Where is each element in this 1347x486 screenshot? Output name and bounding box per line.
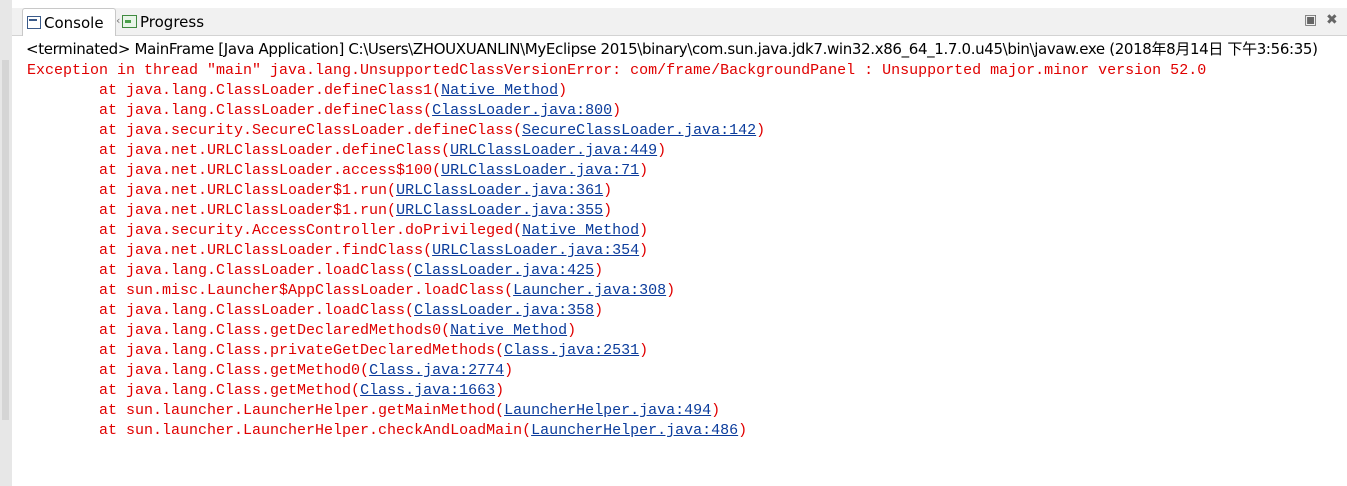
stack-frame: at sun.misc.Launcher$AppClassLoader.load… [27, 281, 1206, 301]
stack-frame-close: ) [756, 122, 766, 139]
tab-progress[interactable]: Progress [118, 8, 218, 35]
source-link[interactable]: URLClassLoader.java:449 [450, 142, 657, 159]
stack-frame-method: at java.lang.ClassLoader.loadClass( [27, 262, 415, 279]
source-link[interactable]: ClassLoader.java:425 [414, 262, 594, 279]
stack-frame: at java.net.URLClassLoader.defineClass(U… [27, 141, 1206, 161]
source-link[interactable]: ClassLoader.java:800 [432, 102, 612, 119]
close-icon[interactable]: ✖ [1326, 12, 1338, 28]
stack-frame-method: at java.lang.Class.getMethod0( [27, 362, 370, 379]
stack-frame: at java.lang.ClassLoader.loadClass(Class… [27, 301, 1206, 321]
stack-frame-close: ) [504, 362, 514, 379]
stack-frame: at java.security.AccessController.doPriv… [27, 221, 1206, 241]
source-link[interactable]: URLClassLoader.java:354 [432, 242, 639, 259]
stack-frame-method: at java.lang.ClassLoader.loadClass( [27, 302, 415, 319]
source-link[interactable]: LauncherHelper.java:486 [531, 422, 738, 439]
stack-frame-method: at java.lang.Class.getMethod( [27, 382, 361, 399]
stack-frame-close: ) [558, 82, 568, 99]
view-tab-bar: Console ‹ Progress ▣ ✖ [12, 8, 1347, 36]
tab-progress-label: Progress [140, 12, 205, 31]
top-border [12, 0, 1347, 8]
console-icon [27, 16, 41, 29]
stack-frame: at java.lang.Class.privateGetDeclaredMet… [27, 341, 1206, 361]
source-link[interactable]: Native Method [450, 322, 567, 339]
stack-frame-close: ) [666, 282, 676, 299]
stack-frame: at java.net.URLClassLoader.findClass(URL… [27, 241, 1206, 261]
console-view: Console ‹ Progress ▣ ✖ <terminated> Main… [12, 0, 1347, 486]
left-scrollbar-thumb[interactable] [2, 60, 9, 420]
console-output[interactable]: Exception in thread "main" java.lang.Uns… [27, 61, 1206, 441]
stack-frame: at java.lang.ClassLoader.defineClass1(Na… [27, 81, 1206, 101]
stack-frame: at java.net.URLClassLoader$1.run(URLClas… [27, 201, 1206, 221]
progress-icon [122, 15, 137, 28]
stack-frame-close: ) [738, 422, 748, 439]
stack-frame-method: at java.security.AccessController.doPriv… [27, 222, 523, 239]
source-link[interactable]: Launcher.java:308 [513, 282, 666, 299]
stack-frame: at java.lang.Class.getDeclaredMethods0(N… [27, 321, 1206, 341]
stack-frame-method: at sun.launcher.LauncherHelper.checkAndL… [27, 422, 532, 439]
stack-frame: at java.security.SecureClassLoader.defin… [27, 121, 1206, 141]
stack-frame-close: ) [639, 242, 649, 259]
source-link[interactable]: SecureClassLoader.java:142 [522, 122, 756, 139]
stack-frame-close: ) [639, 222, 649, 239]
source-link[interactable]: Native Method [441, 82, 558, 99]
stack-frame: at java.net.URLClassLoader.access$100(UR… [27, 161, 1206, 181]
stack-frame-method: at java.lang.Class.getDeclaredMethods0( [27, 322, 451, 339]
stack-frame-method: at java.net.URLClassLoader$1.run( [27, 182, 397, 199]
source-link[interactable]: Native Method [522, 222, 639, 239]
stack-frame-close: ) [603, 202, 613, 219]
minimize-icon[interactable]: ▣ [1304, 12, 1317, 28]
stack-frame-close: ) [594, 262, 604, 279]
stack-frame-method: at java.lang.ClassLoader.defineClass1( [27, 82, 442, 99]
stack-frame: at java.lang.Class.getMethod0(Class.java… [27, 361, 1206, 381]
process-status: <terminated> MainFrame [Java Application… [26, 40, 1318, 58]
stack-frame-method: at java.lang.Class.privateGetDeclaredMet… [27, 342, 505, 359]
stack-frame-method: at java.lang.ClassLoader.defineClass( [27, 102, 433, 119]
source-link[interactable]: URLClassLoader.java:355 [396, 202, 603, 219]
tab-console-label: Console [44, 13, 104, 32]
stack-frame-close: ) [639, 162, 649, 179]
source-link[interactable]: URLClassLoader.java:71 [441, 162, 639, 179]
stack-frame: at java.lang.ClassLoader.loadClass(Class… [27, 261, 1206, 281]
stack-frame-close: ) [603, 182, 613, 199]
source-link[interactable]: URLClassLoader.java:361 [396, 182, 603, 199]
stack-frame-close: ) [711, 402, 721, 419]
stack-frame: at java.net.URLClassLoader$1.run(URLClas… [27, 181, 1206, 201]
stack-frame-method: at sun.launcher.LauncherHelper.getMainMe… [27, 402, 505, 419]
source-link[interactable]: Class.java:2774 [369, 362, 504, 379]
stack-frame-close: ) [612, 102, 622, 119]
stack-frame-method: at java.net.URLClassLoader.access$100( [27, 162, 442, 179]
stack-frame-method: at java.net.URLClassLoader$1.run( [27, 202, 397, 219]
stack-frame-close: ) [594, 302, 604, 319]
stack-frame-close: ) [495, 382, 505, 399]
stack-frame-close: ) [657, 142, 667, 159]
stack-frame: at java.lang.ClassLoader.defineClass(Cla… [27, 101, 1206, 121]
exception-message: Exception in thread "main" java.lang.Uns… [27, 62, 1207, 79]
source-link[interactable]: ClassLoader.java:358 [414, 302, 594, 319]
tab-console[interactable]: Console [22, 8, 116, 36]
source-link[interactable]: LauncherHelper.java:494 [504, 402, 711, 419]
stack-frame-method: at java.security.SecureClassLoader.defin… [27, 122, 523, 139]
source-link[interactable]: Class.java:2531 [504, 342, 639, 359]
source-link[interactable]: Class.java:1663 [360, 382, 495, 399]
stack-frame-close: ) [567, 322, 577, 339]
stack-frame: at sun.launcher.LauncherHelper.getMainMe… [27, 401, 1206, 421]
stack-frame: at sun.launcher.LauncherHelper.checkAndL… [27, 421, 1206, 441]
stack-frame-method: at java.net.URLClassLoader.defineClass( [27, 142, 451, 159]
stack-frame-close: ) [639, 342, 649, 359]
stack-frame: at java.lang.Class.getMethod(Class.java:… [27, 381, 1206, 401]
stack-frame-method: at sun.misc.Launcher$AppClassLoader.load… [27, 282, 514, 299]
stack-frame-method: at java.net.URLClassLoader.findClass( [27, 242, 433, 259]
